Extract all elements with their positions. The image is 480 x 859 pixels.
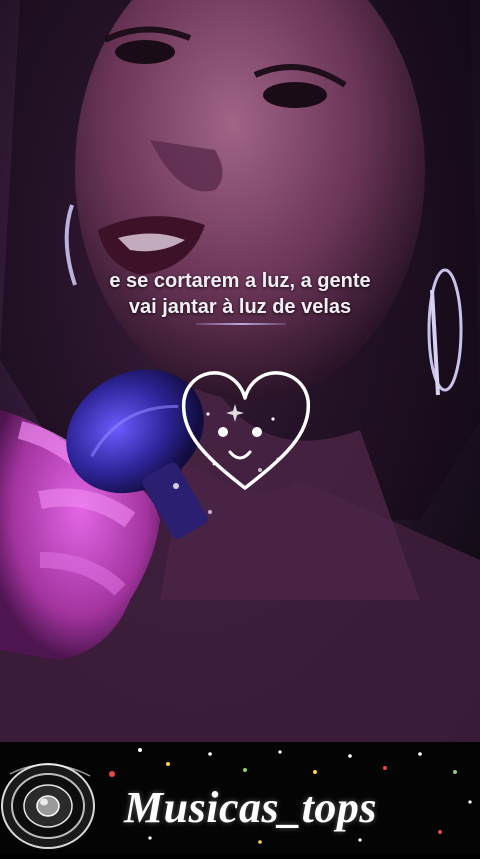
lyrics-caption: e se cortarem a luz, a gente vai jantar … (0, 268, 480, 320)
left-eye (115, 40, 175, 64)
right-eye (263, 82, 327, 108)
speaker-icon (0, 744, 115, 854)
lyrics-line-2: vai jantar à luz de velas (128, 296, 352, 318)
lyrics-underline (196, 323, 286, 325)
channel-name: Musicas_tops (124, 783, 377, 832)
lyrics-line-1: e se cortarem a luz, a gente (109, 270, 371, 292)
heart-smiley-icon (178, 364, 312, 494)
